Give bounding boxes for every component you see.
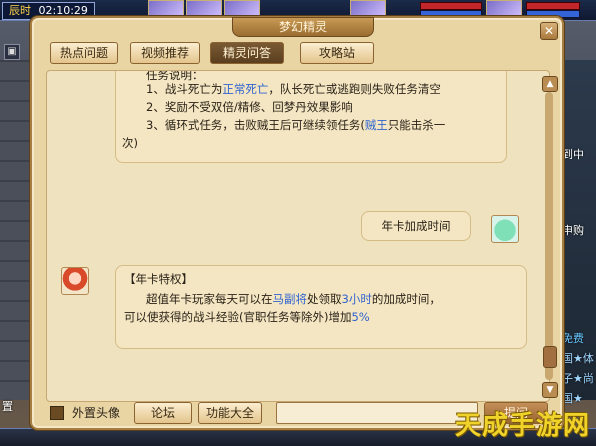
close-icon[interactable]: ✕ bbox=[540, 22, 558, 40]
tab-strategy-site[interactable]: 攻略站 bbox=[300, 42, 374, 64]
answer2-line-0: 超值年卡玩家每天可以在马副将处领取3小时的加成时间， bbox=[146, 292, 441, 306]
site-watermark: 天成手游网 bbox=[454, 411, 590, 441]
answer-bubble-2: 【年卡特权】 超值年卡玩家每天可以在马副将处领取3小时的加成时间， 可以使获得的… bbox=[115, 265, 527, 349]
highlight-3-hours: 3小时 bbox=[341, 292, 372, 306]
answer1-line-3: 3、循环式任务，击败贼王后可继续领任务(贼王只能击杀一 bbox=[146, 118, 446, 132]
answer1-line-4: 次) bbox=[122, 136, 138, 150]
question-input[interactable] bbox=[276, 402, 478, 424]
time-of-day-label: 辰时 bbox=[9, 4, 31, 17]
pet-hp-bar bbox=[526, 2, 580, 10]
dialog-title: 梦幻精灵 bbox=[232, 17, 374, 37]
right-side-label-2: 申购 bbox=[562, 224, 584, 237]
right-side-label-4[interactable]: 国★体 bbox=[562, 350, 594, 366]
tab-elf-qa[interactable]: 精灵问答 bbox=[210, 42, 284, 64]
elf-avatar-icon bbox=[61, 267, 89, 295]
highlight-normal-death: 正常死亡 bbox=[222, 82, 269, 96]
elf-assistant-dialog: 梦幻精灵 ✕ 热点问题 视频推荐 精灵问答 攻略站 任务说明： 1、战斗死亡为正… bbox=[30, 16, 564, 430]
answer2-title: 【年卡特权】 bbox=[124, 272, 193, 286]
right-side-label-5[interactable]: 子★尚 bbox=[562, 370, 594, 386]
answer1-line-2: 2、奖励不受双倍/精修、回梦丹效果影响 bbox=[146, 100, 353, 114]
highlight-5-percent: 5% bbox=[351, 310, 370, 324]
highlight-bandit-king: 贼王 bbox=[364, 118, 388, 132]
scroll-up-icon[interactable]: ▲ bbox=[542, 76, 558, 92]
answer2-line-1: 可以使获得的战斗经验(官职任务等除外)增加5% bbox=[124, 310, 370, 324]
scroll-down-icon[interactable]: ▼ bbox=[542, 382, 558, 398]
chat-history: 任务说明： 1、战斗死亡为正常死亡，队长死亡或逃跑则失败任务清空 2、奖励不受双… bbox=[46, 70, 550, 402]
right-side-label-3[interactable]: 免费 bbox=[562, 330, 584, 346]
right-side-label-6[interactable]: 国★ bbox=[562, 390, 583, 406]
hp-bar bbox=[420, 2, 482, 10]
question-bubble: 年卡加成时间 bbox=[361, 211, 471, 241]
left-hud-label-1: 置 bbox=[2, 400, 13, 413]
minimap-toggle-icon[interactable]: ▣ bbox=[4, 44, 20, 60]
highlight-ma-fujiang: 马副将 bbox=[272, 292, 308, 306]
player-avatar-icon bbox=[491, 215, 519, 243]
external-avatar-label: 外置头像 bbox=[72, 406, 121, 420]
features-button[interactable]: 功能大全 bbox=[198, 402, 262, 424]
tab-video-recommend[interactable]: 视频推荐 bbox=[130, 42, 200, 64]
scroll-track[interactable] bbox=[545, 92, 553, 380]
chat-scrollbar[interactable]: ▲ ▼ bbox=[542, 76, 558, 398]
forum-button[interactable]: 论坛 bbox=[134, 402, 192, 424]
external-avatar-checkbox[interactable] bbox=[50, 406, 64, 420]
scroll-thumb[interactable] bbox=[543, 346, 557, 368]
answer1-line-1: 1、战斗死亡为正常死亡，队长死亡或逃跑则失败任务清空 bbox=[146, 82, 441, 96]
tab-hot-questions[interactable]: 热点问题 bbox=[50, 42, 118, 64]
right-side-label-1: 到中 bbox=[562, 148, 584, 161]
answer-bubble-1: 任务说明： 1、战斗死亡为正常死亡，队长死亡或逃跑则失败任务清空 2、奖励不受双… bbox=[115, 71, 507, 163]
